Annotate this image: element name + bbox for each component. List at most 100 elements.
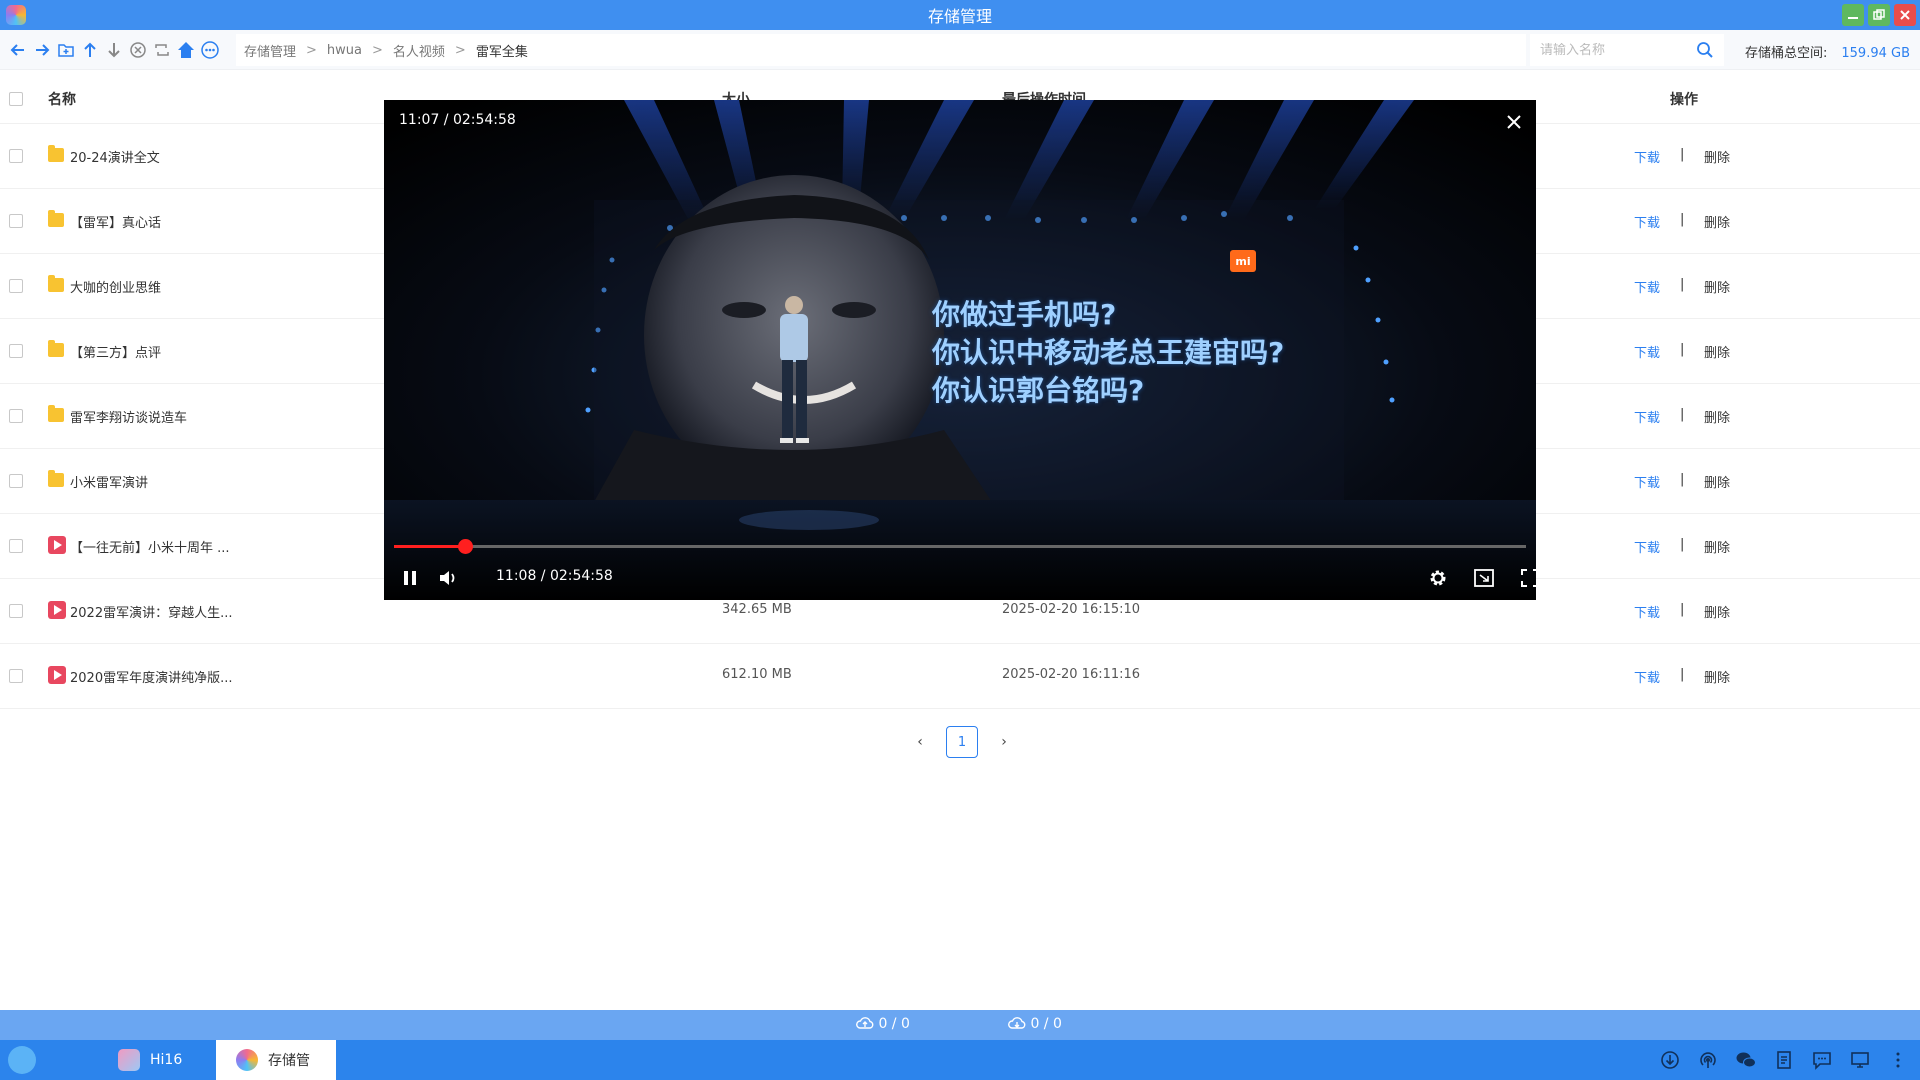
download-link[interactable]: 下载 [1634, 277, 1660, 296]
folder-icon [48, 145, 64, 162]
gear-icon [1430, 570, 1446, 586]
cloud-download-icon [1008, 1017, 1026, 1029]
breadcrumb-item[interactable]: 存储管理 [244, 41, 296, 60]
search-icon[interactable] [1696, 41, 1714, 63]
folder-icon [48, 405, 64, 422]
file-name[interactable]: 2020雷军年度演讲纯净版... [70, 667, 232, 686]
search-input[interactable] [1540, 42, 1690, 58]
file-name[interactable]: 小米雷军演讲 [70, 472, 148, 491]
next-page-button[interactable]: › [994, 734, 1014, 750]
file-name[interactable]: 雷军李翔访谈说造车 [70, 407, 187, 426]
picture-in-picture-button[interactable] [1470, 564, 1498, 592]
window-controls [1842, 4, 1916, 26]
row-checkbox[interactable] [9, 474, 23, 488]
download-link[interactable]: 下载 [1634, 407, 1660, 426]
system-tray [1658, 1048, 1910, 1072]
more-vertical-icon[interactable] [1886, 1048, 1910, 1072]
mi-logo: mi [1230, 250, 1256, 272]
forward-arrow-icon[interactable] [32, 40, 52, 60]
file-name[interactable]: 20-24演讲全文 [70, 147, 160, 166]
close-window-button[interactable] [1894, 4, 1916, 26]
start-menu-icon[interactable] [8, 1046, 36, 1074]
breadcrumb-item[interactable]: hwua [327, 43, 362, 58]
action-separator: | [1680, 212, 1685, 227]
download-link[interactable]: 下载 [1634, 342, 1660, 361]
file-name[interactable]: 【第三方】点评 [70, 342, 161, 361]
close-player-button[interactable] [1506, 114, 1522, 134]
download-link[interactable]: 下载 [1634, 212, 1660, 231]
download-link[interactable]: 下载 [1634, 472, 1660, 491]
download-link[interactable]: 下载 [1634, 602, 1660, 621]
row-checkbox[interactable] [9, 344, 23, 358]
new-folder-icon[interactable] [56, 40, 76, 60]
delete-link[interactable]: 删除 [1704, 472, 1730, 491]
maximize-button[interactable] [1868, 4, 1890, 26]
more-icon[interactable] [200, 40, 220, 60]
folder-icon [48, 470, 64, 487]
volume-button[interactable] [434, 564, 462, 592]
pip-icon [1474, 569, 1494, 587]
desktop-icon[interactable] [1848, 1048, 1872, 1072]
chat-icon[interactable] [1810, 1048, 1834, 1072]
row-checkbox[interactable] [9, 149, 23, 163]
progress-bar[interactable] [394, 539, 1526, 554]
delete-link[interactable]: 删除 [1704, 602, 1730, 621]
wechat-icon[interactable] [1734, 1048, 1758, 1072]
upload-icon[interactable] [80, 40, 100, 60]
delete-link[interactable]: 删除 [1704, 277, 1730, 296]
refresh-icon[interactable] [152, 40, 172, 60]
delete-link[interactable]: 删除 [1704, 667, 1730, 686]
page-number-button[interactable]: 1 [946, 726, 978, 758]
row-checkbox[interactable] [9, 539, 23, 553]
delete-link[interactable]: 删除 [1704, 342, 1730, 361]
upload-status[interactable]: 0 / 0 [856, 1016, 910, 1032]
home-icon[interactable] [176, 40, 196, 60]
cloud-upload-icon [856, 1017, 874, 1029]
volume-icon [440, 571, 455, 585]
row-checkbox[interactable] [9, 604, 23, 618]
row-checkbox[interactable] [9, 279, 23, 293]
taskbar-item-storage[interactable]: 存储管 [216, 1040, 336, 1080]
pause-button[interactable] [396, 564, 424, 592]
cancel-icon[interactable] [128, 40, 148, 60]
file-name[interactable]: 【一往无前】小米十周年 ... [70, 537, 230, 556]
video-file-icon [48, 601, 66, 619]
app-logo-icon [6, 5, 26, 25]
broadcast-icon[interactable] [1696, 1048, 1720, 1072]
notes-icon[interactable] [1772, 1048, 1796, 1072]
taskbar-item-hi16[interactable]: Hi16 [118, 1040, 182, 1080]
toolbar: 存储管理 > hwua > 名人视频 > 雷军全集 存储桶总空间: 159.94 … [0, 30, 1920, 70]
nav-icons [0, 40, 228, 60]
download-link[interactable]: 下载 [1634, 537, 1660, 556]
row-checkbox[interactable] [9, 669, 23, 683]
select-all-checkbox[interactable] [9, 92, 23, 106]
file-name[interactable]: 【雷军】真心话 [70, 212, 161, 231]
table-row[interactable]: 2020雷军年度演讲纯净版... 612.10 MB 2025-02-20 16:1… [0, 644, 1920, 709]
delete-link[interactable]: 删除 [1704, 407, 1730, 426]
download-icon[interactable] [104, 40, 124, 60]
back-arrow-icon[interactable] [8, 40, 28, 60]
row-checkbox[interactable] [9, 214, 23, 228]
download-status[interactable]: 0 / 0 [1008, 1016, 1062, 1032]
action-separator: | [1680, 472, 1685, 487]
download-tray-icon[interactable] [1658, 1048, 1682, 1072]
download-link[interactable]: 下载 [1634, 667, 1660, 686]
action-separator: | [1680, 342, 1685, 357]
delete-link[interactable]: 删除 [1704, 537, 1730, 556]
download-link[interactable]: 下载 [1634, 147, 1660, 166]
action-separator: | [1680, 602, 1685, 617]
file-modified-time: 2025-02-20 16:11:16 [1002, 667, 1141, 682]
fullscreen-button[interactable] [1516, 564, 1536, 592]
video-player[interactable]: mi 你做过手机吗? 你认识中移动老总王建宙吗? 你认识郭台铭吗? 11:07 … [384, 100, 1536, 600]
file-name[interactable]: 大咖的创业思维 [70, 277, 161, 296]
settings-button[interactable] [1424, 564, 1452, 592]
prev-page-button[interactable]: ‹ [910, 734, 930, 750]
delete-link[interactable]: 删除 [1704, 212, 1730, 231]
delete-link[interactable]: 删除 [1704, 147, 1730, 166]
row-checkbox[interactable] [9, 409, 23, 423]
progress-fill [394, 545, 466, 548]
column-header-name[interactable]: 名称 [48, 89, 76, 109]
minimize-button[interactable] [1842, 4, 1864, 26]
file-name[interactable]: 2022雷军演讲：穿越人生... [70, 602, 232, 621]
breadcrumb-item[interactable]: 名人视频 [393, 41, 445, 60]
